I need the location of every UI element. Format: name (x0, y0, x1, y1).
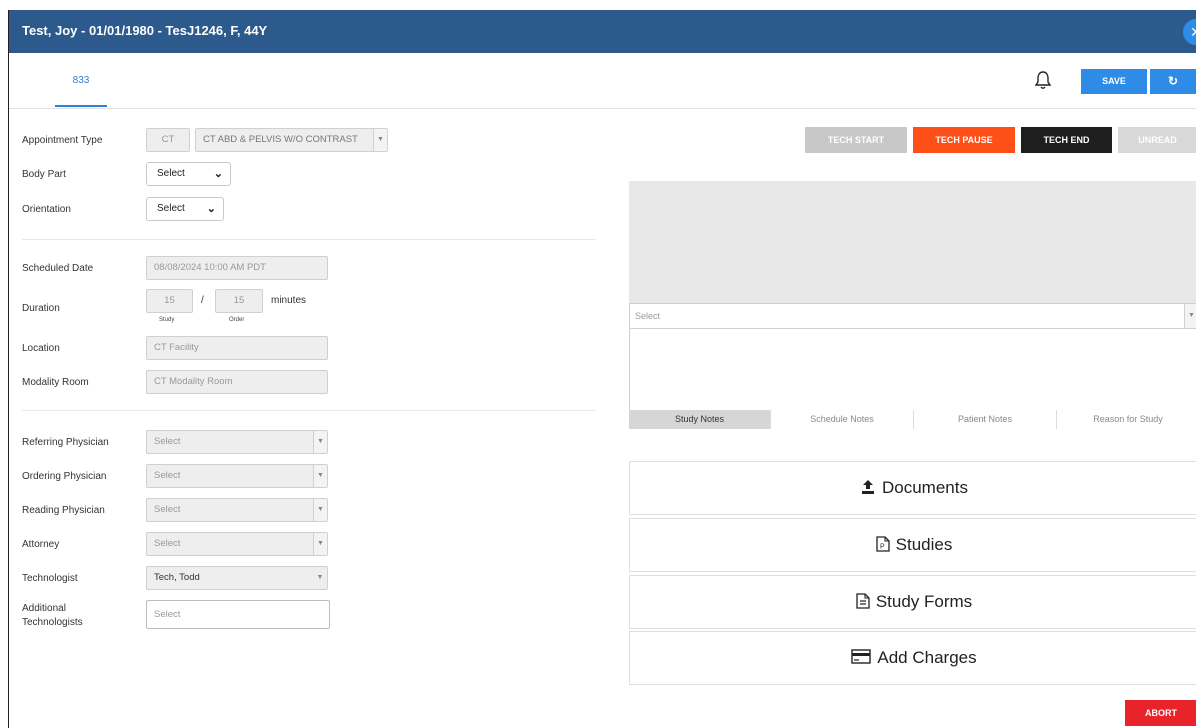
tab-reason-for-study[interactable]: Reason for Study (1057, 410, 1196, 429)
location-field: CT Facility (146, 336, 328, 360)
duration-study-field: 15 (146, 289, 193, 313)
section-divider (22, 410, 596, 411)
scheduled-date-label: Scheduled Date (22, 263, 94, 274)
patient-title: Test, Joy - 01/01/1980 - TesJ1246, F, 44… (22, 23, 268, 38)
chevron-down-icon: ⌄ (206, 203, 216, 215)
add-charges-label: Add Charges (877, 648, 977, 667)
chevron-down-icon: ▼ (1184, 304, 1196, 328)
appointment-type-label: Appointment Type (22, 135, 103, 146)
refresh-icon[interactable]: ↻ (1150, 69, 1196, 94)
tab-study-notes[interactable]: Study Notes (629, 410, 771, 429)
ordering-physician-label: Ordering Physician (22, 471, 107, 482)
chevron-down-icon: ▼ (313, 465, 327, 487)
duration-separator: / (201, 295, 204, 306)
save-button[interactable]: SAVE (1081, 69, 1147, 94)
chevron-down-icon: ▼ (313, 431, 327, 453)
ordering-physician-select[interactable]: Select ▼ (146, 464, 328, 488)
attorney-label: Attorney (22, 539, 60, 550)
location-label: Location (22, 343, 60, 354)
tech-end-button[interactable]: TECH END (1021, 127, 1112, 153)
title-bar: Test, Joy - 01/01/1980 - TesJ1246, F, 44… (9, 10, 1196, 53)
reading-physician-label: Reading Physician (22, 505, 105, 516)
orientation-value: Select (157, 203, 185, 214)
close-icon[interactable]: ✕ (1183, 19, 1196, 45)
pdf-file-icon: P (875, 535, 890, 552)
notes-template-select[interactable]: Select ▼ (629, 303, 1196, 329)
technologist-label: Technologist (22, 573, 78, 584)
study-forms-section[interactable]: Study Forms (629, 575, 1196, 629)
referring-physician-placeholder: Select (154, 436, 181, 447)
appointment-type-code: CT (146, 128, 190, 152)
modality-room-field: CT Modality Room (146, 370, 328, 394)
unread-button[interactable]: UNREAD (1118, 127, 1196, 153)
chevron-down-icon: ⌄ (213, 168, 223, 180)
active-tab-indicator (55, 105, 107, 107)
body-part-value: Select (157, 168, 185, 179)
credit-card-icon (851, 649, 872, 664)
duration-order-caption: Order (229, 317, 245, 323)
bell-icon[interactable] (1034, 70, 1052, 90)
tab-833[interactable]: 833 (55, 75, 107, 86)
chevron-down-icon: ▼ (313, 499, 327, 521)
referring-physician-label: Referring Physician (22, 437, 109, 448)
attorney-placeholder: Select (154, 538, 181, 549)
technologist-value: Tech, Todd (154, 572, 200, 583)
chevron-down-icon: ▼ (373, 129, 387, 151)
body-part-select[interactable]: Select ⌄ (146, 162, 231, 186)
technologist-select[interactable]: Tech, Todd ▼ (146, 566, 328, 590)
appointment-type-select[interactable]: CT ABD & PELVIS W/O CONTRAST ▼ (195, 128, 388, 152)
additional-technologists-label-line1: Additional (22, 603, 66, 614)
study-forms-label: Study Forms (875, 592, 973, 611)
additional-technologists-input[interactable]: Select (146, 600, 330, 629)
add-charges-section[interactable]: Add Charges (629, 631, 1196, 685)
tab-bar: 833 SAVE ↻ (9, 53, 1196, 109)
svg-text:P: P (880, 543, 885, 550)
referring-physician-select[interactable]: Select ▼ (146, 430, 328, 454)
form-file-icon (856, 592, 870, 609)
tech-pause-button[interactable]: TECH PAUSE (913, 127, 1015, 153)
chevron-down-icon: ▼ (313, 533, 327, 555)
tab-schedule-notes[interactable]: Schedule Notes (771, 410, 914, 429)
chevron-down-icon: ▼ (316, 574, 324, 581)
appointment-window: Test, Joy - 01/01/1980 - TesJ1246, F, 44… (8, 10, 1196, 728)
ordering-physician-placeholder: Select (154, 470, 181, 481)
tab-patient-notes[interactable]: Patient Notes (914, 410, 1057, 429)
appointment-type-value: CT ABD & PELVIS W/O CONTRAST (203, 134, 358, 145)
abort-button[interactable]: ABORT (1125, 700, 1196, 726)
scheduled-date-field: 08/08/2024 10:00 AM PDT (146, 256, 328, 280)
reading-physician-placeholder: Select (154, 504, 181, 515)
additional-technologists-label-line2: Technologists (22, 617, 83, 628)
duration-study-caption: Study (159, 317, 175, 323)
modality-room-label: Modality Room (22, 377, 89, 388)
tech-start-button[interactable]: TECH START (805, 127, 907, 153)
reading-physician-select[interactable]: Select ▼ (146, 498, 328, 522)
section-divider (22, 239, 596, 240)
studies-section[interactable]: P Studies (629, 518, 1196, 572)
attorney-select[interactable]: Select ▼ (146, 532, 328, 556)
orientation-label: Orientation (22, 204, 71, 215)
notes-select-placeholder: Select (635, 311, 661, 321)
documents-label: Documents (882, 478, 968, 497)
upload-icon (862, 479, 874, 494)
studies-label: Studies (895, 535, 953, 554)
orientation-select[interactable]: Select ⌄ (146, 197, 224, 221)
duration-order-field: 15 (215, 289, 263, 313)
duration-unit: minutes (271, 295, 307, 306)
notes-textarea[interactable] (629, 329, 1196, 410)
documents-section[interactable]: Documents (629, 461, 1196, 515)
body-part-label: Body Part (22, 169, 66, 180)
duration-label: Duration (22, 303, 60, 314)
